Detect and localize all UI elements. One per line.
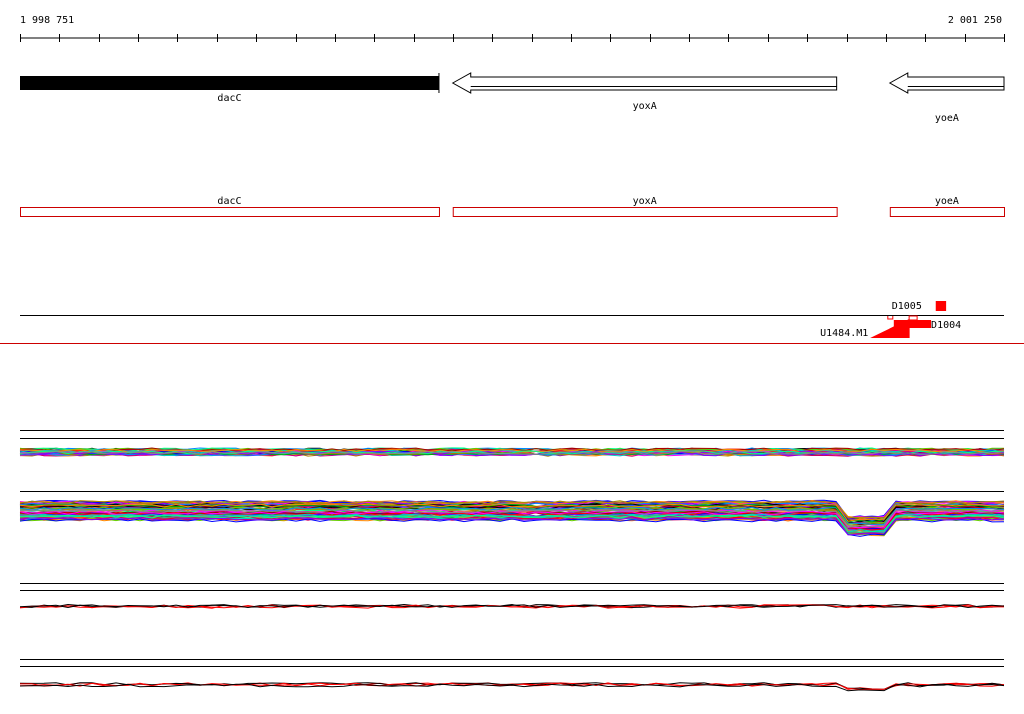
annotation-label: yoxA — [633, 196, 657, 207]
signal-track-1 — [19, 430, 1005, 457]
annotation-box — [20, 207, 440, 217]
signal-track-4 — [19, 659, 1005, 692]
feature-label: U1484.M1 — [820, 328, 868, 339]
gene-annotation-track: dacC yoxA yoeA — [20, 196, 1005, 217]
gene-label: yoxA — [633, 101, 657, 112]
gene-yoxA: yoxA — [451, 72, 838, 112]
signal-track-3 — [19, 583, 1005, 609]
signal-tracks — [19, 430, 1005, 692]
gene-label: yoeA — [935, 113, 959, 124]
feature-wedge — [870, 319, 910, 338]
feature-d1005: D1005 — [892, 301, 947, 312]
gene-yoeA: yoeA — [888, 72, 1005, 124]
feature-u1484-m1: U1484.M1 — [820, 315, 918, 339]
feature-label: D1005 — [892, 301, 922, 312]
annotation-box — [452, 207, 838, 217]
signal-track-2 — [19, 491, 1005, 537]
annotation-box — [889, 207, 1005, 217]
gene-label: dacC — [217, 93, 241, 104]
gene-dacC: dacC — [20, 73, 440, 104]
ruler-start-label: 1 998 751 — [20, 15, 74, 26]
coordinate-ruler: 1 998 751 2 001 250 — [20, 15, 1005, 42]
annotation-dacC: dacC — [20, 196, 440, 217]
gene-arrow — [888, 72, 1005, 94]
annotation-yoxA: yoxA — [452, 196, 838, 217]
feature-track: D1005 D1004 U1484.M1 — [20, 301, 1004, 339]
feature-label: D1004 — [931, 320, 961, 331]
genome-browser-view: 1 998 751 2 001 250 dacC yoxA yoeA dacC yox… — [0, 15, 1024, 692]
feature-connector — [887, 316, 894, 320]
signal-line — [19, 683, 1005, 692]
annotation-yoeA: yoeA — [889, 196, 1005, 217]
gene-bar — [20, 76, 439, 90]
ruler-end-label: 2 001 250 — [948, 15, 1002, 26]
feature-block — [935, 301, 947, 311]
gene-track: dacC yoxA yoeA — [20, 72, 1005, 124]
gene-arrow — [451, 72, 838, 94]
annotation-label: yoeA — [935, 196, 959, 207]
annotation-label: dacC — [217, 196, 241, 207]
